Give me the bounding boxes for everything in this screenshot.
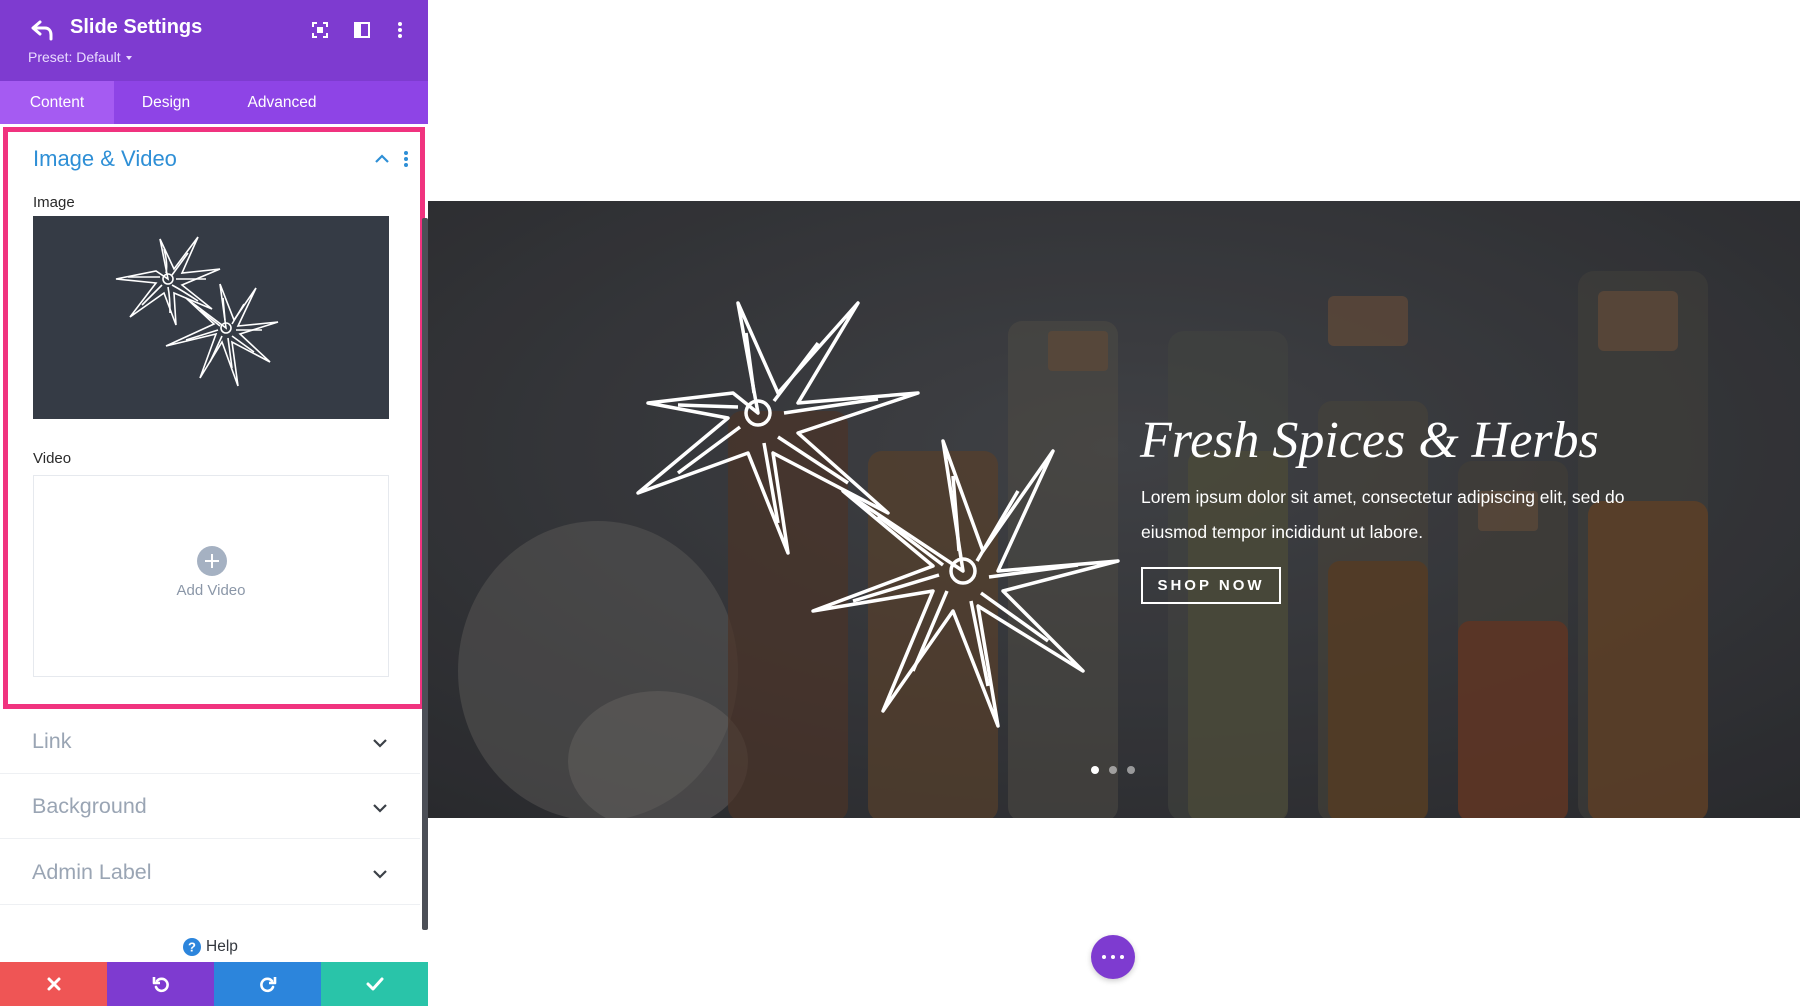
help-icon: ?	[183, 938, 201, 956]
chevron-down-icon[interactable]	[373, 738, 387, 748]
save-button[interactable]	[321, 962, 428, 1006]
redo-icon	[260, 977, 277, 993]
page-settings-fab[interactable]	[1091, 935, 1135, 979]
video-upload-area[interactable]: Add Video	[33, 475, 389, 677]
slider-dot-2[interactable]	[1109, 766, 1117, 774]
image-upload-preview[interactable]	[33, 216, 389, 419]
add-video-label[interactable]: Add Video	[34, 582, 388, 599]
layout-icon[interactable]	[352, 20, 372, 40]
panel-header: Slide Settings Preset: Default	[0, 0, 428, 81]
undo-button[interactable]	[107, 962, 214, 1006]
image-field-label: Image	[33, 194, 75, 211]
section-title[interactable]: Image & Video	[33, 146, 177, 172]
expand-icon[interactable]	[310, 20, 330, 40]
background-section-title: Background	[32, 794, 147, 818]
star-anise-thumbnail	[115, 236, 279, 387]
tab-design[interactable]: Design	[130, 81, 202, 124]
check-icon	[366, 977, 384, 991]
plus-icon[interactable]	[197, 546, 227, 576]
link-section-title: Link	[32, 729, 72, 753]
background-section[interactable]: Background	[0, 774, 420, 839]
builder-canvas: Fresh Spices & Herbs Lorem ipsum dolor s…	[428, 0, 1800, 1006]
fab-dot-icon	[1120, 955, 1124, 959]
close-icon	[47, 977, 61, 991]
settings-tabs: Content Design Advanced	[0, 81, 428, 124]
admin-label-section-title: Admin Label	[32, 860, 152, 884]
slider-pagination	[1091, 766, 1151, 776]
section-kebab-icon[interactable]	[403, 150, 409, 168]
preset-dropdown[interactable]: Preset: Default	[28, 49, 132, 65]
help-label: Help	[206, 938, 238, 955]
image-video-section: Image & Video Image Video Add Video	[3, 127, 425, 709]
back-arrow-icon[interactable]	[30, 18, 56, 42]
redo-button[interactable]	[214, 962, 321, 1006]
more-options-icon[interactable]	[390, 20, 410, 40]
slider-dot-1[interactable]	[1091, 766, 1099, 774]
shop-now-button[interactable]: SHOP NOW	[1141, 567, 1281, 604]
chevron-down-icon[interactable]	[373, 803, 387, 813]
tab-content[interactable]: Content	[0, 81, 114, 124]
chevron-up-icon[interactable]	[375, 154, 389, 164]
panel-footer-actions	[0, 962, 428, 1006]
slide-body-text[interactable]: Lorem ipsum dolor sit amet, consectetur …	[1141, 480, 1661, 549]
cancel-button[interactable]	[0, 962, 107, 1006]
fab-dot-icon	[1102, 955, 1106, 959]
link-section[interactable]: Link	[0, 709, 420, 774]
admin-label-section[interactable]: Admin Label	[0, 840, 420, 905]
panel-title: Slide Settings	[70, 16, 203, 38]
slider-module[interactable]: Fresh Spices & Herbs Lorem ipsum dolor s…	[428, 201, 1800, 818]
caret-down-icon	[125, 56, 132, 61]
slide-title[interactable]: Fresh Spices & Herbs	[1140, 411, 1599, 470]
slider-dot-3[interactable]	[1127, 766, 1135, 774]
tab-advanced[interactable]: Advanced	[238, 81, 326, 124]
fab-dot-icon	[1111, 955, 1115, 959]
settings-panel: Slide Settings Preset: Default Content D…	[0, 0, 428, 1006]
svg-text:?: ?	[188, 940, 196, 955]
undo-icon	[152, 977, 169, 993]
chevron-down-icon[interactable]	[373, 869, 387, 879]
preset-label: Preset: Default	[28, 49, 121, 65]
video-field-label: Video	[33, 450, 72, 467]
